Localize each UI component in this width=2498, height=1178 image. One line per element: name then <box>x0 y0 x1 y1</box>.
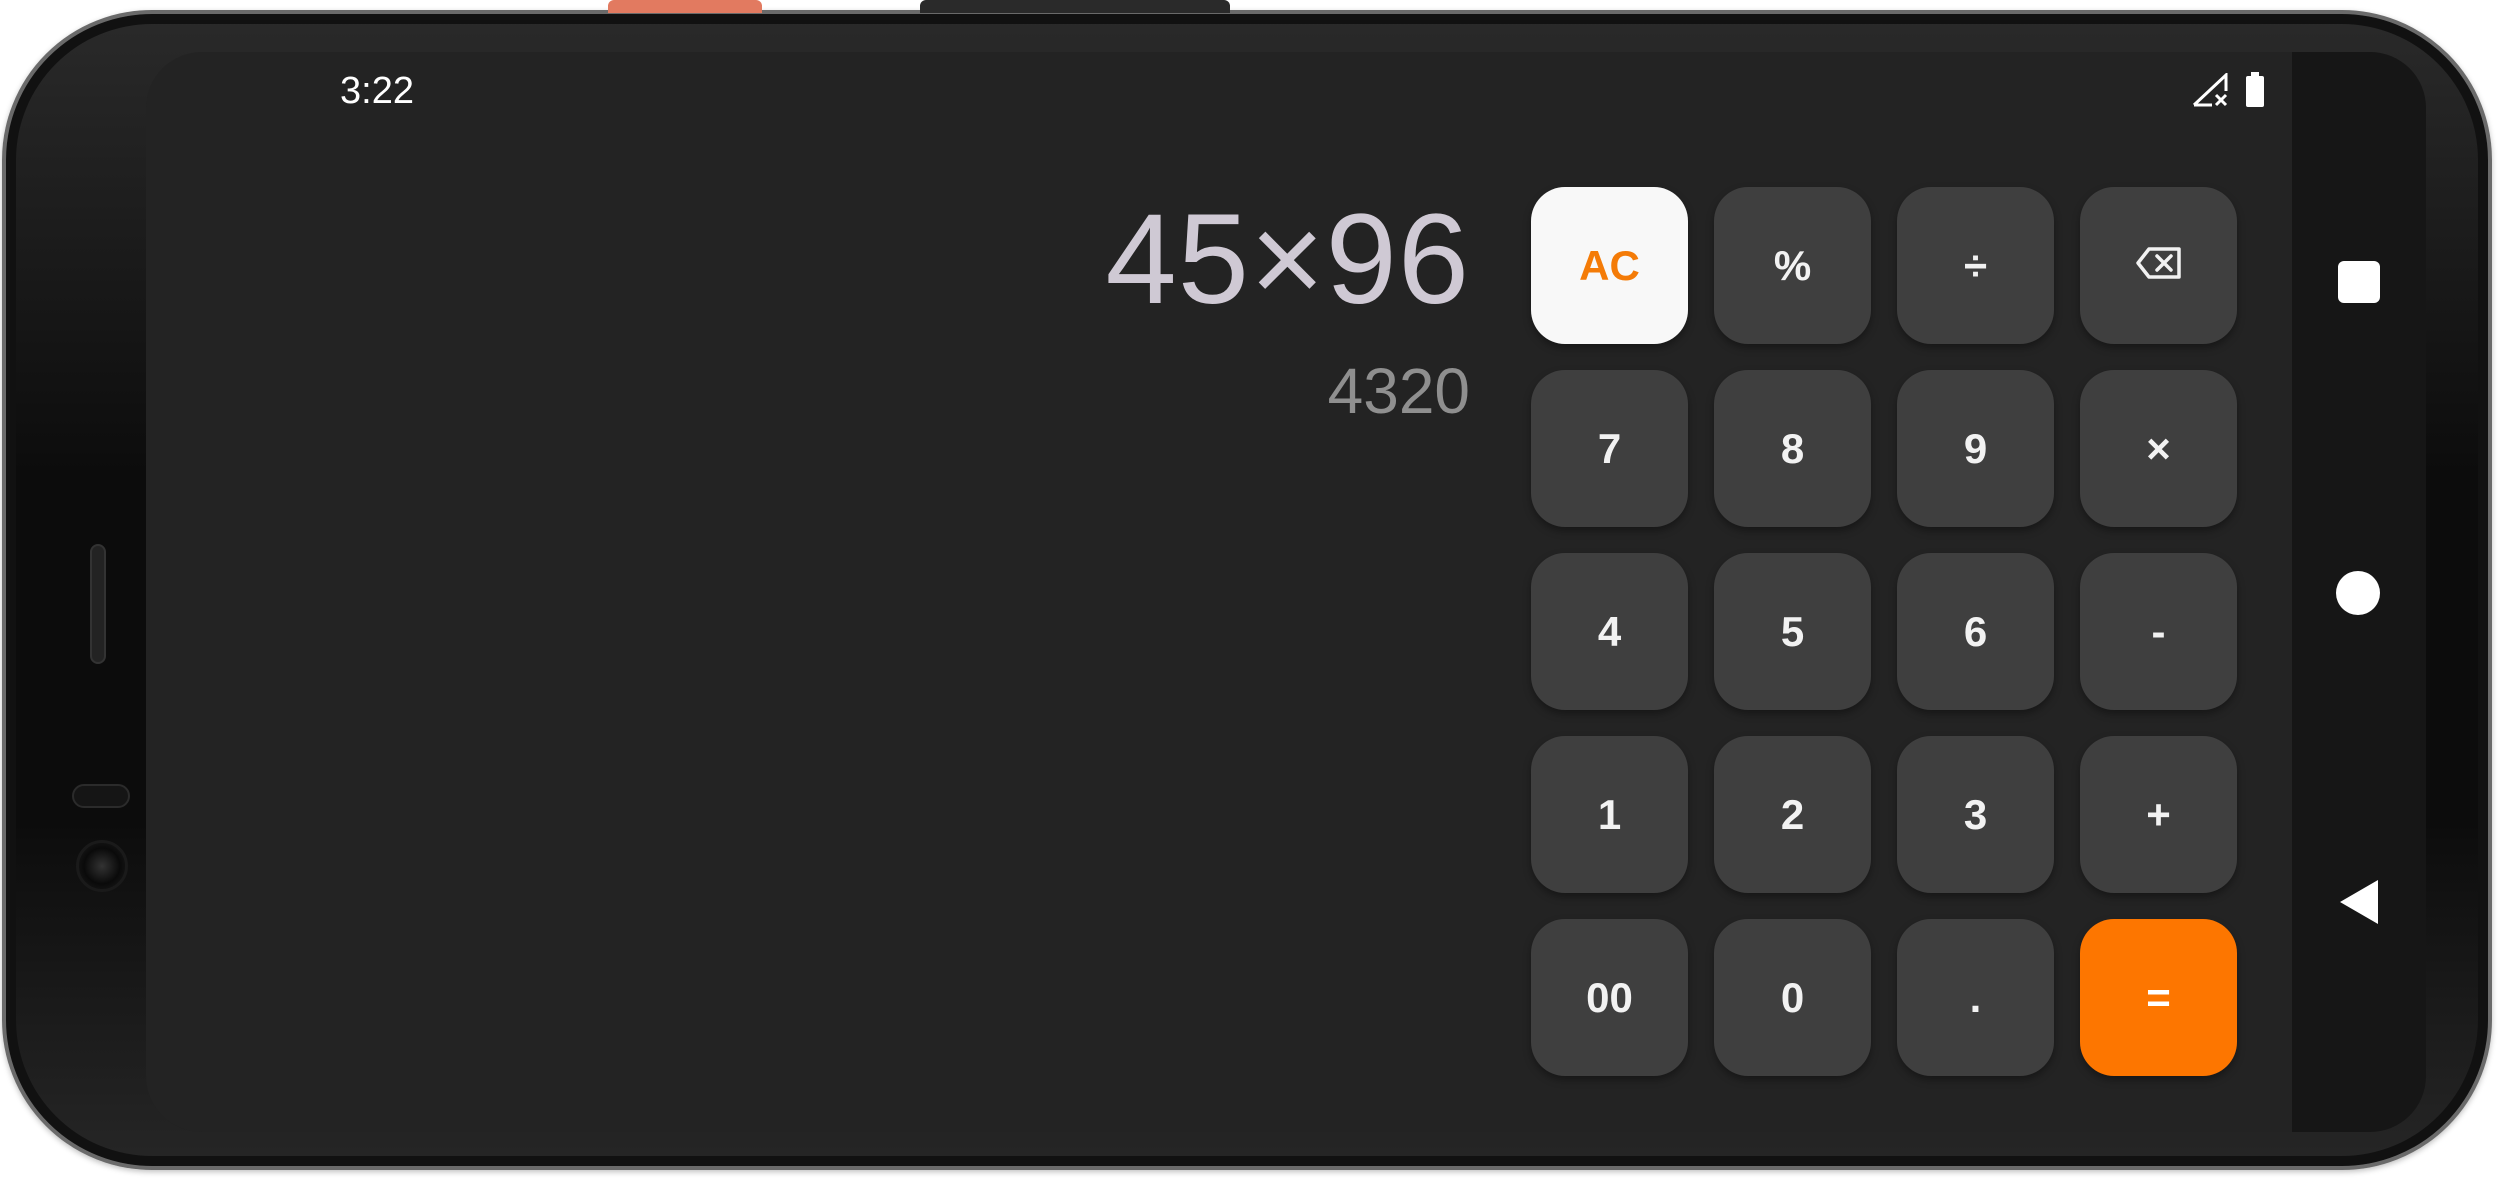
status-time: 3:22 <box>340 70 414 112</box>
navigation-bar <box>2292 52 2426 1132</box>
back-icon[interactable] <box>2338 878 2380 926</box>
plus-button[interactable]: + <box>2080 736 2237 893</box>
percent-button[interactable]: % <box>1714 187 1871 344</box>
proximity-sensor <box>72 784 130 808</box>
status-icons <box>2192 71 2266 113</box>
front-camera <box>76 840 128 892</box>
decimal-button[interactable]: . <box>1897 919 2054 1076</box>
double-zero-button[interactable]: 00 <box>1531 919 1688 1076</box>
digit-7-button[interactable]: 7 <box>1531 370 1688 527</box>
divide-button[interactable]: ÷ <box>1897 187 2054 344</box>
digit-9-button[interactable]: 9 <box>1897 370 2054 527</box>
volume-button <box>920 0 1230 13</box>
power-button <box>608 0 762 13</box>
multiply-button[interactable]: × <box>2080 370 2237 527</box>
keypad: AC % ÷ 7 8 9 × 4 5 6 - 1 2 3 + 00 0 . = <box>1531 187 2237 1076</box>
digit-2-button[interactable]: 2 <box>1714 736 1871 893</box>
digit-5-button[interactable]: 5 <box>1714 553 1871 710</box>
digit-1-button[interactable]: 1 <box>1531 736 1688 893</box>
digit-3-button[interactable]: 3 <box>1897 736 2054 893</box>
backspace-button[interactable] <box>2080 187 2237 344</box>
battery-icon <box>2244 72 2266 113</box>
equals-button[interactable]: = <box>2080 919 2237 1076</box>
result-display: 4320 <box>1327 355 1470 427</box>
backspace-icon <box>2135 242 2183 290</box>
expression-display: 45×96 <box>1105 188 1470 331</box>
home-icon[interactable] <box>2336 571 2380 615</box>
signal-no-service-icon <box>2192 71 2230 112</box>
digit-0-button[interactable]: 0 <box>1714 919 1871 1076</box>
digit-6-button[interactable]: 6 <box>1897 553 2054 710</box>
all-clear-button[interactable]: AC <box>1531 187 1688 344</box>
earpiece-speaker <box>90 544 106 664</box>
screen: 3:22 45×96 4320 AC % ÷ 7 8 9 × 4 5 6 - 1… <box>146 52 2426 1132</box>
digit-4-button[interactable]: 4 <box>1531 553 1688 710</box>
minus-button[interactable]: - <box>2080 553 2237 710</box>
digit-8-button[interactable]: 8 <box>1714 370 1871 527</box>
recents-icon[interactable] <box>2338 261 2380 303</box>
